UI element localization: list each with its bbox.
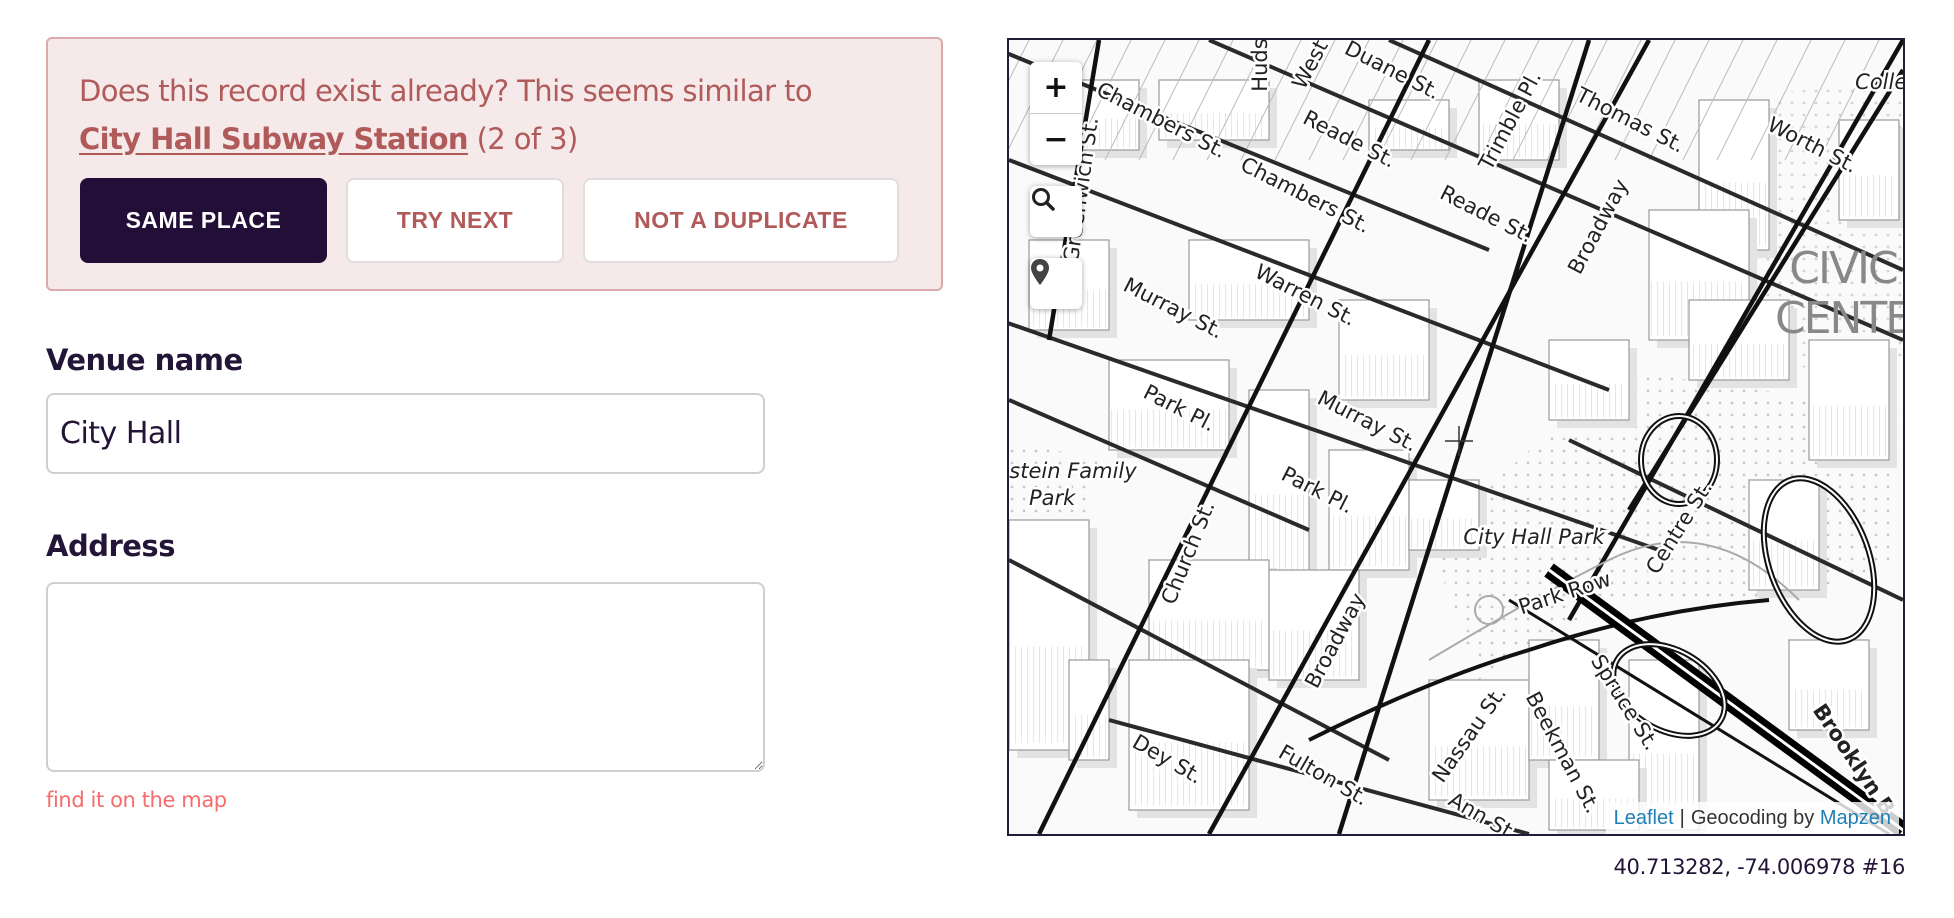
try-next-button[interactable]: TRY NEXT: [346, 178, 564, 263]
zoom-in-button[interactable]: +: [1030, 62, 1082, 113]
map-locate-button[interactable]: [1030, 258, 1082, 309]
building-facade: [1341, 355, 1427, 397]
building-facade: [1811, 406, 1887, 457]
not-a-duplicate-button[interactable]: NOT A DUPLICATE: [583, 178, 899, 263]
match-counter: (2 of 3): [476, 122, 579, 156]
attribution-separator: |: [1679, 806, 1685, 829]
duplicate-message: Does this record exist already? This see…: [79, 67, 919, 163]
street-label: Reade St.: [1436, 181, 1537, 248]
park-label: Collec: [1855, 70, 1903, 94]
street-label: Broadway: [1563, 175, 1633, 278]
district-label: CENTE: [1775, 293, 1903, 344]
park-label: City Hall Park: [1463, 525, 1605, 549]
duplicate-alert: Does this record exist already? This see…: [46, 37, 943, 291]
zoom-out-button[interactable]: −: [1030, 113, 1082, 165]
venue-name-label: Venue name: [46, 343, 243, 377]
venue-name-input[interactable]: [46, 393, 765, 474]
building-facade: [1751, 540, 1817, 587]
search-icon: [1032, 188, 1055, 211]
building-facade: [1841, 175, 1897, 217]
park-label: stein Family: [1009, 459, 1137, 483]
map-attribution: Leaflet | Geocoding by Mapzen: [1605, 802, 1899, 834]
building-facade: [1551, 384, 1627, 418]
map-marker-icon: [1031, 259, 1049, 285]
geocoding-text: Geocoding by: [1690, 806, 1815, 829]
matched-record-link[interactable]: City Hall Subway Station: [79, 122, 469, 156]
map-coordinates-readout: 40.713282, -74.006978 #16: [1613, 855, 1905, 879]
address-textarea[interactable]: [46, 582, 765, 772]
district-label: CIVIC: [1789, 243, 1897, 294]
park-label: Park: [1029, 486, 1076, 510]
building-facade: [1691, 344, 1787, 378]
leaflet-link[interactable]: Leaflet: [1614, 807, 1674, 830]
same-place-button[interactable]: SAME PLACE: [80, 178, 327, 263]
map-search-button[interactable]: [1030, 186, 1082, 237]
street-label: Huds: [1248, 40, 1272, 92]
duplicate-message-text: Does this record exist already? This see…: [79, 74, 813, 108]
street-label: Duane St.: [1341, 40, 1444, 104]
address-label: Address: [46, 529, 175, 563]
mapzen-link[interactable]: Mapzen: [1820, 807, 1891, 830]
map-tiles[interactable]: Chambers St.Chambers St.Duane St.Reade S…: [1009, 40, 1903, 834]
find-on-map-link[interactable]: find it on the map: [46, 788, 227, 812]
map[interactable]: Chambers St. Chambers St. Duane St. Reade S…: [1007, 38, 1905, 836]
zoom-control: + −: [1030, 62, 1082, 165]
street-label: West: [1287, 40, 1332, 93]
